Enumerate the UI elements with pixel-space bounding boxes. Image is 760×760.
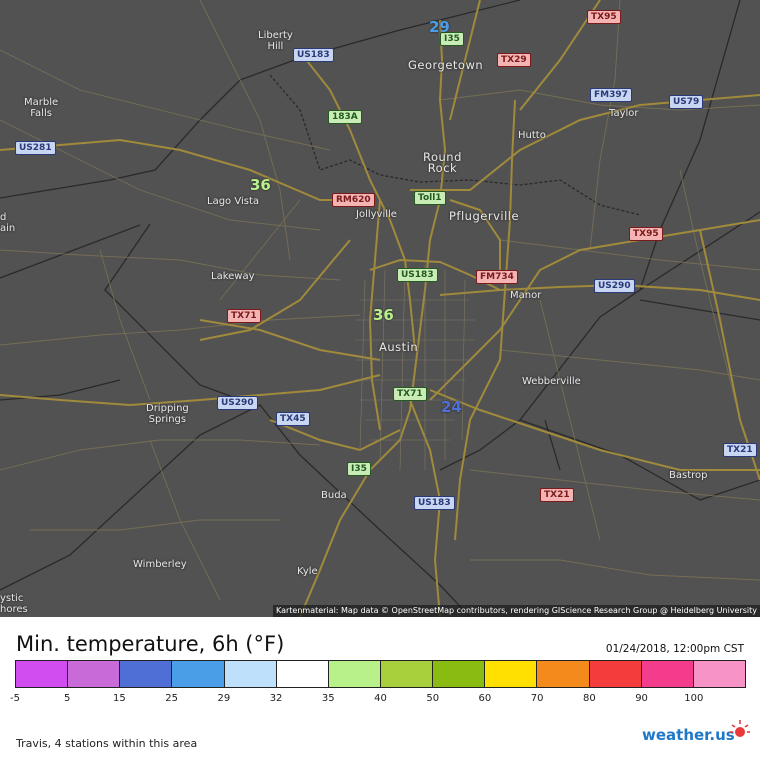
- color-swatch: [380, 661, 434, 687]
- shield-tx21-east: TX21: [723, 443, 757, 457]
- town-edge-west-1: d ain: [0, 212, 16, 234]
- station-value-georgetown[interactable]: 29: [429, 18, 450, 36]
- town-manor: Manor: [510, 290, 542, 301]
- color-scale-tick-label: 100: [684, 693, 704, 704]
- shield-i35-south: I35: [347, 462, 371, 476]
- shield-fm734: FM734: [476, 270, 518, 284]
- town-dripping-springs: Dripping Springs: [146, 403, 189, 425]
- shield-us183-north: US183: [293, 48, 334, 62]
- station-value-southeast[interactable]: 24: [441, 398, 462, 416]
- town-austin: Austin: [379, 340, 419, 354]
- color-swatch: [172, 661, 225, 687]
- town-pflugerville: Pflugerville: [449, 209, 520, 223]
- town-lakeway: Lakeway: [211, 271, 255, 282]
- color-scale-tick-label: 40: [374, 693, 387, 704]
- color-swatch: [485, 661, 538, 687]
- legend-title: Min. temperature, 6h (°F): [16, 632, 285, 656]
- color-scale-tick-label: 90: [635, 693, 648, 704]
- shield-us183-central: US183: [397, 268, 438, 282]
- color-scale-tick-label: 15: [113, 693, 126, 704]
- forecast-timestamp: 01/24/2018, 12:00pm CST: [605, 643, 744, 655]
- color-scale-tick-label: 50: [426, 693, 440, 704]
- map-attribution: Kartenmaterial: Map data © OpenStreetMap…: [272, 605, 760, 617]
- town-wimberley: Wimberley: [133, 559, 187, 570]
- color-swatch: [224, 661, 277, 687]
- color-swatch: [433, 661, 486, 687]
- color-swatch: [16, 661, 69, 687]
- shield-fm397: FM397: [590, 88, 632, 102]
- shield-us183-south: US183: [414, 496, 455, 510]
- station-count-text: Travis, 4 stations within this area: [16, 737, 198, 750]
- shield-tx71-central: TX71: [393, 387, 427, 401]
- shield-us79: US79: [669, 95, 704, 109]
- town-marble-falls: Marble Falls: [24, 97, 59, 119]
- shield-us290-east: US290: [594, 279, 635, 293]
- town-webberville: Webberville: [522, 376, 581, 387]
- color-scale-tick-label: -5: [10, 693, 20, 704]
- color-swatch: [589, 661, 642, 687]
- color-swatch: [537, 661, 590, 687]
- shield-tx21-south: TX21: [540, 488, 574, 502]
- color-swatch: [641, 661, 694, 687]
- color-scale-tick-label: 70: [530, 693, 544, 704]
- town-georgetown: Georgetown: [408, 58, 484, 72]
- color-scale-tick-label: 80: [582, 693, 596, 704]
- sun-icon: [730, 720, 750, 737]
- map-view[interactable]: Liberty Hill Georgetown Marble Falls Tay…: [0, 0, 760, 617]
- shield-rm620: RM620: [332, 193, 375, 207]
- shield-us290-west: US290: [217, 396, 258, 410]
- color-swatch: [276, 661, 329, 687]
- shield-us281: US281: [15, 141, 56, 155]
- town-taylor: Taylor: [609, 108, 639, 119]
- color-swatch: [68, 661, 121, 687]
- town-round-rock: Round Rock: [423, 150, 462, 175]
- color-scale-tick-label: 60: [478, 693, 492, 704]
- town-hutto: Hutto: [518, 130, 546, 141]
- station-value-lago-vista[interactable]: 36: [250, 176, 271, 194]
- color-swatch: [693, 661, 745, 687]
- color-scale-tick-label: 32: [269, 693, 283, 704]
- town-lago-vista: Lago Vista: [207, 196, 260, 207]
- shield-tx95-south: TX95: [629, 227, 663, 241]
- shield-toll1: Toll1: [414, 191, 446, 205]
- shield-tx45: TX45: [276, 412, 310, 426]
- shield-tx95-north: TX95: [587, 10, 621, 24]
- color-scale-tick-label: 5: [64, 693, 71, 704]
- shield-183a: 183A: [328, 110, 362, 124]
- color-swatch: [328, 661, 381, 687]
- town-jollyville: Jollyville: [356, 209, 397, 220]
- town-bastrop: Bastrop: [669, 470, 708, 481]
- town-buda: Buda: [321, 490, 347, 501]
- station-value-austin[interactable]: 36: [373, 306, 394, 324]
- color-scale-bar: [15, 660, 746, 688]
- shield-tx29: TX29: [497, 53, 531, 67]
- town-kyle: Kyle: [297, 566, 318, 577]
- color-swatch: [120, 661, 173, 687]
- color-scale-tick-label: 35: [321, 693, 335, 704]
- shield-tx71-west: TX71: [227, 309, 261, 323]
- color-scale-tick-label: 25: [165, 693, 179, 704]
- town-liberty-hill: Liberty Hill: [258, 30, 293, 52]
- color-scale-tick-label: 29: [217, 693, 231, 704]
- brand-name: weather.us: [642, 726, 735, 744]
- town-edge-west-2: ystic hores: [0, 593, 28, 615]
- brand-logo[interactable]: weather.us: [642, 720, 750, 744]
